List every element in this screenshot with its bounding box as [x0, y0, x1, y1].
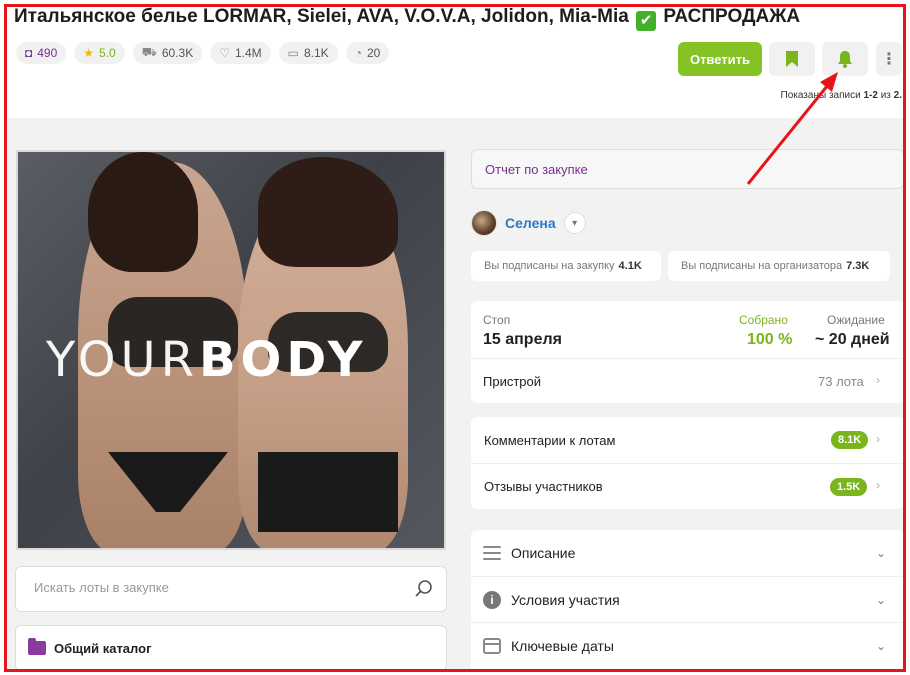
annotation-arrow	[746, 72, 838, 185]
